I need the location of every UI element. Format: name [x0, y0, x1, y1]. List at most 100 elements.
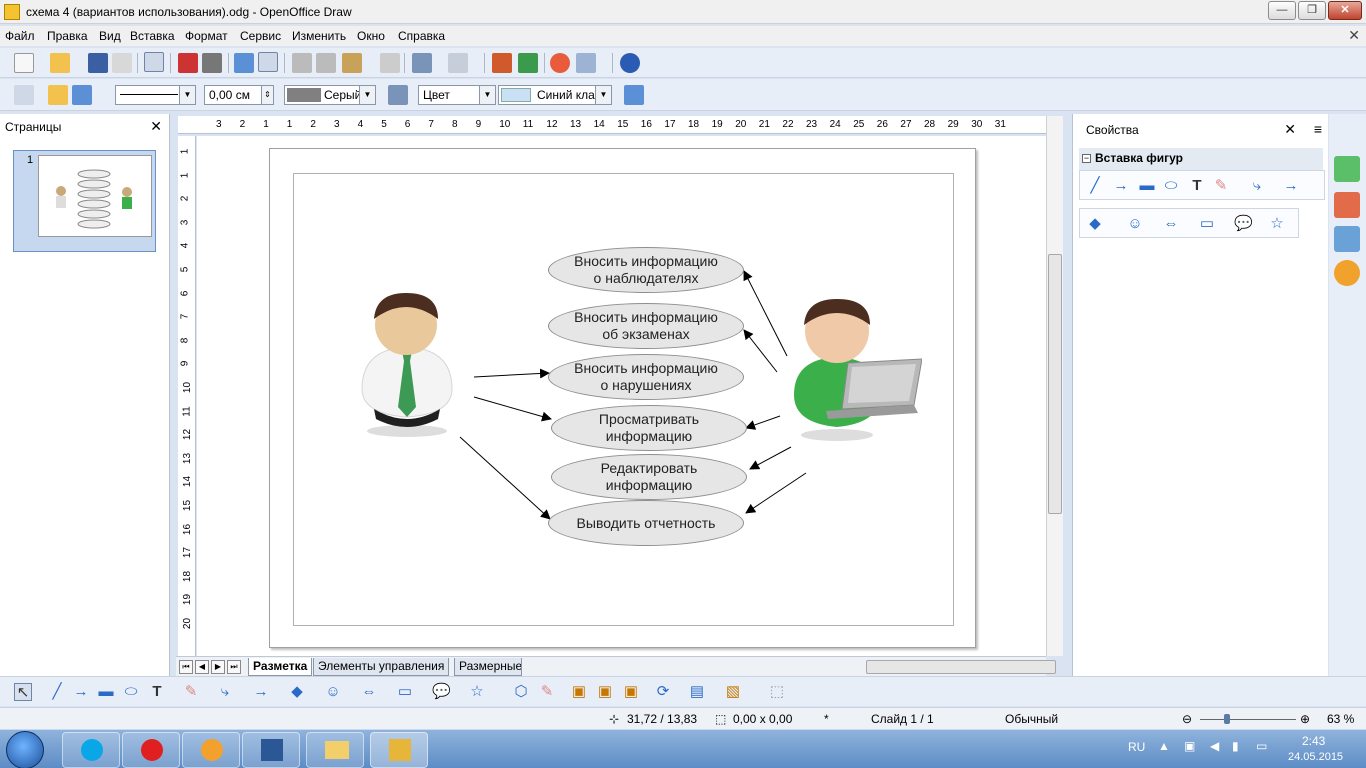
- use-case-violations[interactable]: Вносить информацию о нарушениях: [548, 354, 744, 400]
- menu-file[interactable]: Файл: [5, 29, 35, 43]
- paste-icon[interactable]: [342, 53, 362, 73]
- media-taskbar-icon[interactable]: [182, 732, 240, 768]
- slide-page[interactable]: Вносить информацию о наблюдателях Вносит…: [269, 148, 976, 648]
- stars-icon[interactable]: ☆: [1268, 215, 1286, 233]
- object-properties-icon[interactable]: [14, 85, 34, 105]
- close-icon[interactable]: ✕: [150, 118, 162, 135]
- chart-icon[interactable]: [492, 53, 512, 73]
- minimize-button[interactable]: —: [1268, 1, 1296, 20]
- arrows-icon[interactable]: →: [252, 683, 270, 701]
- battery-icon[interactable]: ▭: [1256, 739, 1267, 753]
- area-style-select[interactable]: Цвет ▼: [418, 85, 496, 105]
- arrange-icon[interactable]: ▧: [724, 683, 742, 701]
- edit-file-icon[interactable]: [144, 52, 164, 72]
- openoffice-taskbar-icon[interactable]: [370, 732, 428, 768]
- zoom-icon[interactable]: [576, 53, 596, 73]
- spellcheck-icon[interactable]: [234, 53, 254, 73]
- glue-points-icon[interactable]: ✎: [538, 683, 556, 701]
- skype-taskbar-icon[interactable]: [62, 732, 120, 768]
- basic-shapes-icon[interactable]: ◆: [288, 683, 306, 701]
- menu-help[interactable]: Справка: [398, 29, 445, 43]
- use-case-report[interactable]: Выводить отчетность: [548, 500, 744, 546]
- rectangle-icon[interactable]: ▬: [97, 683, 115, 701]
- from-file-icon[interactable]: ▣: [596, 683, 614, 701]
- start-button-icon[interactable]: [6, 731, 44, 768]
- arrow-icon[interactable]: →: [72, 683, 90, 701]
- flowchart-icon[interactable]: ▭: [396, 683, 414, 701]
- collapse-icon[interactable]: −: [1082, 154, 1091, 163]
- stars-icon[interactable]: ☆: [468, 683, 486, 701]
- navigator-tab-icon[interactable]: [1334, 260, 1360, 286]
- ellipse-icon[interactable]: ⬭: [1162, 177, 1180, 195]
- menu-edit[interactable]: Правка: [47, 29, 88, 43]
- connector-icon[interactable]: ⤷: [1248, 177, 1266, 195]
- text-icon[interactable]: T: [148, 683, 166, 701]
- vertical-ruler[interactable]: 1 1 2 3 4 5 6 7 8 9 10 11 12 13 14 15 16 17 18 19 20: [178, 136, 196, 656]
- maximize-button[interactable]: ❐: [1298, 1, 1326, 20]
- page-thumbnail[interactable]: 1: [13, 150, 156, 252]
- zoom-out-icon[interactable]: ⊖: [1182, 712, 1192, 726]
- rotate-icon[interactable]: ⟳: [654, 683, 672, 701]
- callouts-icon[interactable]: 💬: [432, 683, 451, 701]
- save-icon[interactable]: [88, 53, 108, 73]
- text-icon[interactable]: T: [1188, 177, 1206, 195]
- open-folder-icon[interactable]: [50, 53, 70, 73]
- tab-layout[interactable]: Разметка: [248, 658, 313, 676]
- admin-actor-icon[interactable]: [352, 289, 462, 439]
- gallery-tab-icon[interactable]: [1334, 226, 1360, 252]
- flowchart-icon[interactable]: ▭: [1198, 215, 1216, 233]
- connector-icon[interactable]: ⤷: [216, 683, 234, 701]
- close-icon[interactable]: ✕: [1284, 121, 1296, 138]
- menu-window[interactable]: Окно: [357, 29, 385, 43]
- redo-icon[interactable]: [448, 53, 468, 73]
- tab-controls[interactable]: Элементы управления: [313, 658, 450, 676]
- use-case-exams[interactable]: Вносить информацию об экзаменах: [548, 303, 744, 349]
- yandex-taskbar-icon[interactable]: [122, 732, 180, 768]
- gallery-icon[interactable]: ▣: [622, 683, 640, 701]
- drawing-canvas[interactable]: Вносить информацию о наблюдателях Вносит…: [197, 136, 1046, 656]
- vertical-scrollbar[interactable]: [1046, 116, 1063, 656]
- network-icon[interactable]: ▮: [1232, 739, 1239, 753]
- arrow-style-icon[interactable]: [72, 85, 92, 105]
- area-color-select[interactable]: Синий кла ▼: [498, 85, 612, 105]
- points-icon[interactable]: ⬡: [512, 683, 530, 701]
- modified-indicator[interactable]: *: [824, 712, 829, 726]
- select-icon[interactable]: ↖: [14, 683, 32, 701]
- block-arrows-icon[interactable]: ⇔: [360, 683, 378, 701]
- zoom-slider[interactable]: [1200, 719, 1296, 720]
- menu-format[interactable]: Формат: [185, 29, 228, 43]
- menu-view[interactable]: Вид: [99, 29, 121, 43]
- line-width-input[interactable]: 0,00 см ⇕: [204, 85, 274, 105]
- vertical-scroll-thumb[interactable]: [1048, 254, 1062, 514]
- ellipse-icon[interactable]: ⬭: [122, 683, 140, 701]
- email-icon[interactable]: [112, 53, 132, 73]
- clock-date[interactable]: 24.05.2015: [1288, 751, 1343, 763]
- word-taskbar-icon[interactable]: [242, 732, 300, 768]
- extrusion-icon[interactable]: ⬚: [768, 683, 786, 701]
- zoom-in-icon[interactable]: ⊕: [1300, 712, 1310, 726]
- arrows-icon[interactable]: →: [1282, 177, 1300, 195]
- callouts-icon[interactable]: 💬: [1234, 215, 1253, 233]
- line-icon[interactable]: [48, 85, 68, 105]
- curve-icon[interactable]: ✎: [1212, 177, 1230, 195]
- show-hidden-icon[interactable]: ▲: [1158, 739, 1170, 753]
- copy-icon[interactable]: [316, 53, 336, 73]
- menu-tools[interactable]: Сервис: [240, 29, 281, 43]
- tray-app-icon[interactable]: ▣: [1184, 739, 1195, 753]
- horizontal-ruler[interactable]: 3 2 1 1 2 3 4 5 6 7 8 9 10 11 12 13 14 15 16 17 18 19 20 21 22 23…: [178, 116, 1048, 134]
- undo-icon[interactable]: [412, 53, 432, 73]
- volume-icon[interactable]: ◀: [1210, 739, 1219, 753]
- symbol-shapes-icon[interactable]: ☺: [324, 683, 342, 701]
- use-case-observers[interactable]: Вносить информацию о наблюдателях: [548, 247, 744, 293]
- spreadsheet-icon[interactable]: [518, 53, 538, 73]
- zoom-slider-handle[interactable]: [1224, 714, 1230, 724]
- autospellcheck-icon[interactable]: [258, 52, 278, 72]
- export-pdf-icon[interactable]: [178, 53, 198, 73]
- line-icon[interactable]: ╱: [1086, 177, 1104, 195]
- menu-modify[interactable]: Изменить: [292, 29, 346, 43]
- zoom-level[interactable]: 63 %: [1327, 712, 1354, 726]
- language-indicator[interactable]: RU: [1128, 740, 1145, 754]
- cut-icon[interactable]: [292, 53, 312, 73]
- help-icon[interactable]: [620, 53, 640, 73]
- menu-insert[interactable]: Вставка: [130, 29, 175, 43]
